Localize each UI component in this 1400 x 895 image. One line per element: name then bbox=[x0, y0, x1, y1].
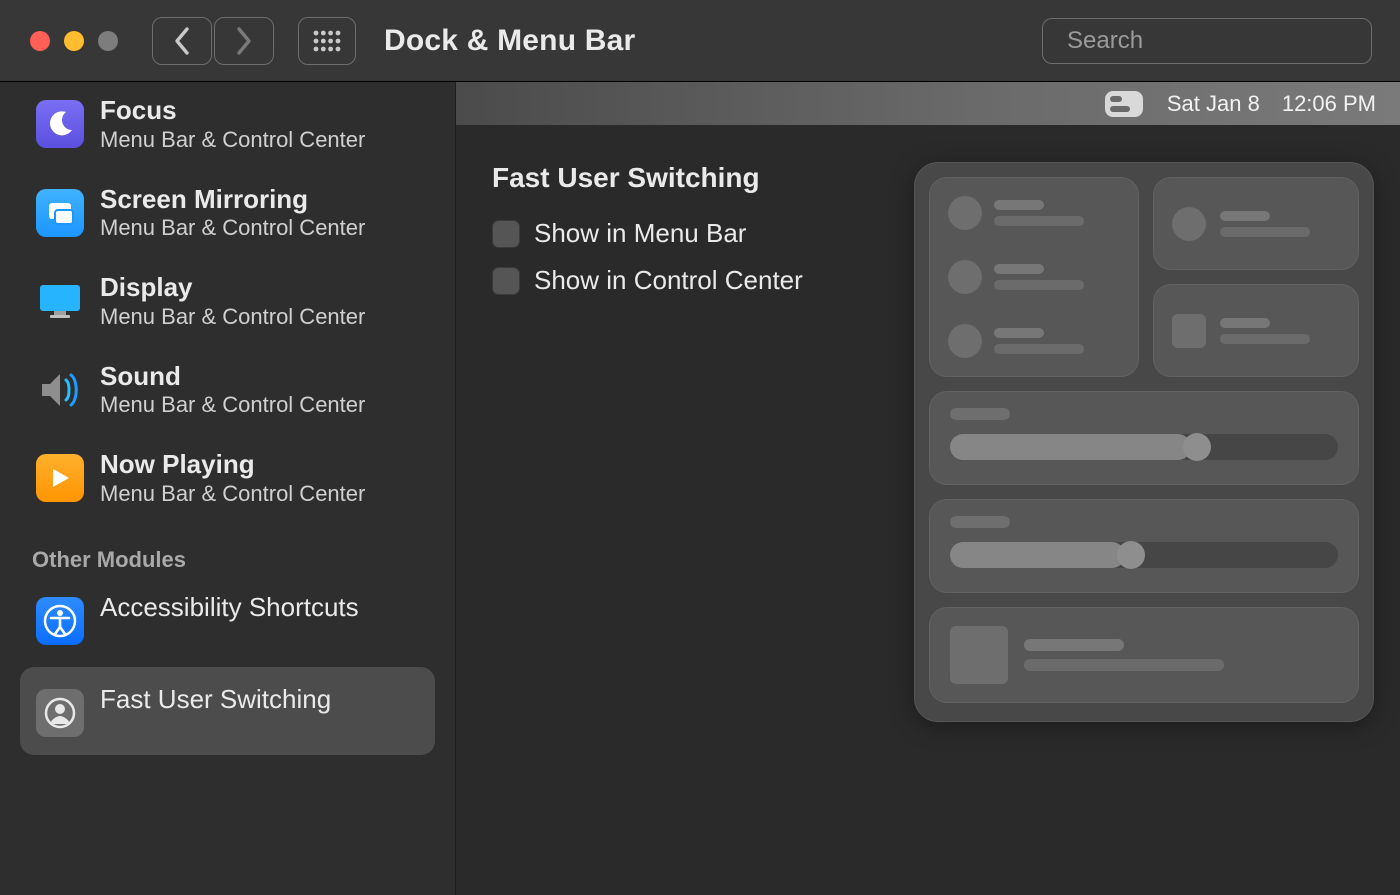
window-toolbar: Dock & Menu Bar bbox=[0, 0, 1400, 82]
main-panel: Sat Jan 8 12:06 PM Fast User Switching S… bbox=[456, 82, 1400, 895]
sidebar-item-sublabel: Menu Bar & Control Center bbox=[100, 392, 365, 418]
sidebar-item-screen-mirroring[interactable]: Screen Mirroring Menu Bar & Control Cent… bbox=[0, 175, 455, 264]
display-icon bbox=[36, 277, 84, 325]
control-center-menubar-icon bbox=[1105, 91, 1143, 117]
option-show-in-menu-bar[interactable]: Show in Menu Bar bbox=[492, 218, 904, 249]
sidebar-item-sublabel: Menu Bar & Control Center bbox=[100, 215, 365, 241]
checkbox[interactable] bbox=[492, 220, 520, 248]
menubar-time: 12:06 PM bbox=[1282, 91, 1376, 117]
sidebar-item-fast-user-switching[interactable]: Fast User Switching bbox=[20, 667, 435, 755]
sidebar-item-label: Fast User Switching bbox=[100, 685, 331, 714]
sidebar-item-sublabel: Menu Bar & Control Center bbox=[100, 127, 365, 153]
window-controls bbox=[30, 31, 118, 51]
cc-tile-small-2 bbox=[1153, 284, 1359, 377]
window-title: Dock & Menu Bar bbox=[384, 24, 635, 58]
sound-icon bbox=[36, 366, 84, 414]
sidebar-item-accessibility-shortcuts[interactable]: Accessibility Shortcuts bbox=[0, 583, 455, 667]
sidebar-item-label: Focus bbox=[100, 96, 365, 125]
cc-slider-2 bbox=[929, 499, 1359, 593]
sidebar-item-display[interactable]: Display Menu Bar & Control Center bbox=[0, 263, 455, 352]
sidebar-item-sublabel: Menu Bar & Control Center bbox=[100, 304, 365, 330]
back-button[interactable] bbox=[152, 17, 212, 65]
sidebar-section-label: Other Modules bbox=[0, 529, 455, 583]
sidebar: Focus Menu Bar & Control Center Screen M… bbox=[0, 82, 456, 895]
sidebar-item-label: Now Playing bbox=[100, 450, 365, 479]
screen-mirroring-icon bbox=[36, 189, 84, 237]
zoom-window-button[interactable] bbox=[98, 31, 118, 51]
sidebar-item-now-playing[interactable]: Now Playing Menu Bar & Control Center bbox=[0, 440, 455, 529]
sidebar-item-label: Display bbox=[100, 273, 365, 302]
search-input[interactable] bbox=[1067, 27, 1377, 55]
minimize-window-button[interactable] bbox=[64, 31, 84, 51]
close-window-button[interactable] bbox=[30, 31, 50, 51]
now-playing-icon bbox=[36, 454, 84, 502]
option-label: Show in Control Center bbox=[534, 265, 803, 296]
search-field[interactable] bbox=[1042, 18, 1372, 64]
cc-slider-1 bbox=[929, 391, 1359, 485]
option-show-in-control-center[interactable]: Show in Control Center bbox=[492, 265, 904, 296]
grid-icon bbox=[312, 29, 342, 53]
chevron-right-icon bbox=[235, 26, 253, 56]
sidebar-item-sublabel: Menu Bar & Control Center bbox=[100, 481, 365, 507]
chevron-left-icon bbox=[173, 26, 191, 56]
user-icon bbox=[36, 689, 84, 737]
cc-tile-users bbox=[929, 177, 1139, 377]
focus-icon bbox=[36, 100, 84, 148]
show-all-button[interactable] bbox=[298, 17, 356, 65]
sidebar-item-focus[interactable]: Focus Menu Bar & Control Center bbox=[0, 86, 455, 175]
forward-button[interactable] bbox=[214, 17, 274, 65]
option-label: Show in Menu Bar bbox=[534, 218, 746, 249]
sidebar-item-label: Accessibility Shortcuts bbox=[100, 593, 359, 622]
cc-now-playing bbox=[929, 607, 1359, 703]
menubar-date: Sat Jan 8 bbox=[1167, 91, 1260, 117]
checkbox[interactable] bbox=[492, 267, 520, 295]
control-center-preview bbox=[914, 162, 1374, 722]
settings-heading: Fast User Switching bbox=[492, 162, 904, 194]
settings-section: Fast User Switching Show in Menu Bar Sho… bbox=[492, 162, 904, 869]
cc-tile-small-1 bbox=[1153, 177, 1359, 270]
accessibility-icon bbox=[36, 597, 84, 645]
sidebar-item-sound[interactable]: Sound Menu Bar & Control Center bbox=[0, 352, 455, 441]
sidebar-item-label: Screen Mirroring bbox=[100, 185, 365, 214]
sidebar-item-label: Sound bbox=[100, 362, 365, 391]
menubar-preview: Sat Jan 8 12:06 PM bbox=[456, 82, 1400, 126]
